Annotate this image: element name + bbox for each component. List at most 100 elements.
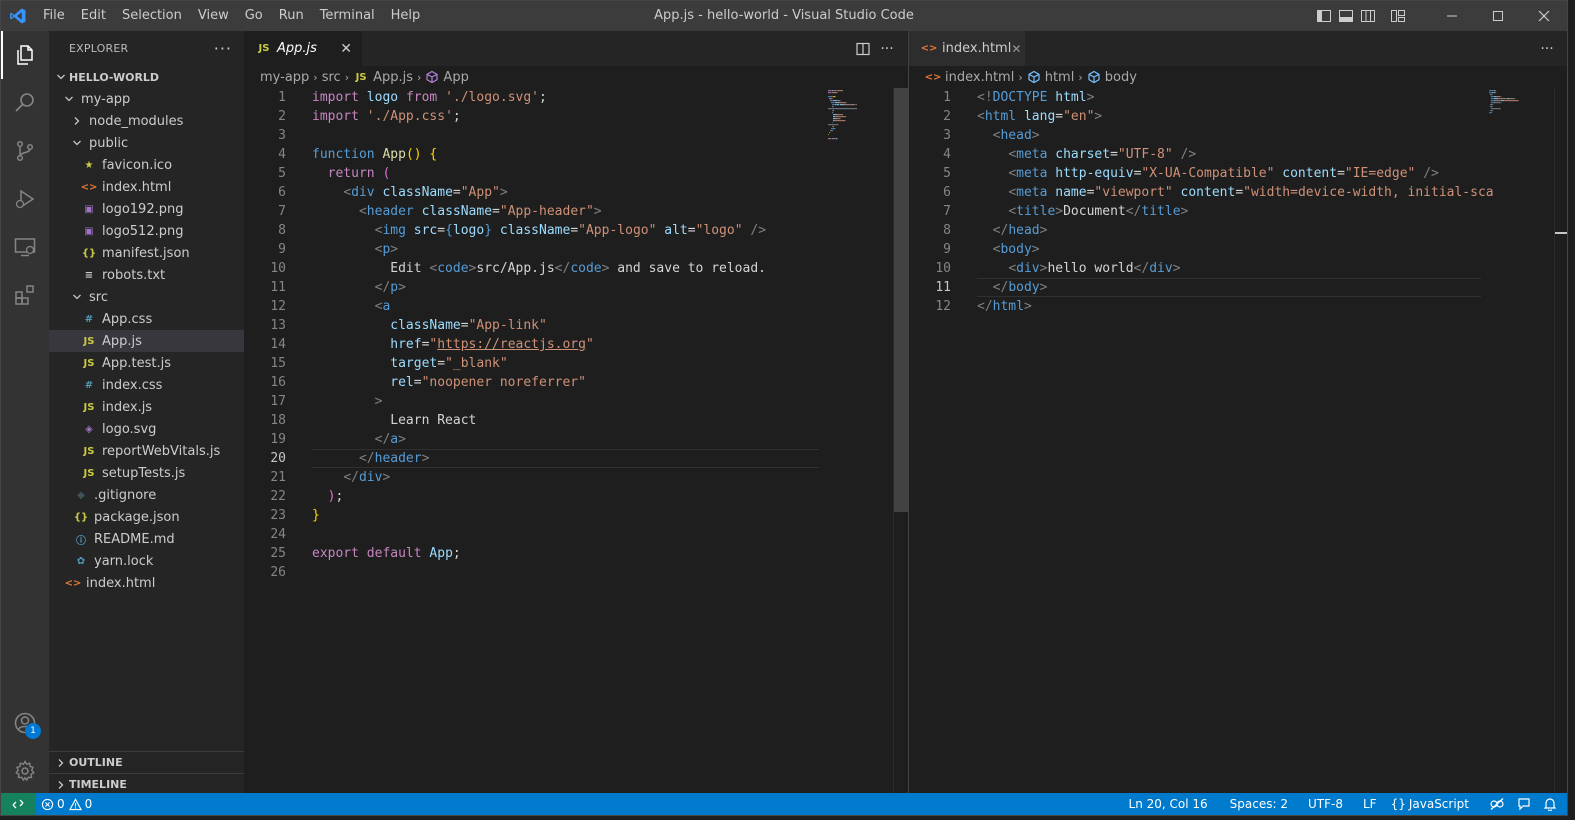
- explorer-title: EXPLORER: [69, 42, 129, 55]
- breadcrumb-item[interactable]: index.html: [945, 70, 1014, 85]
- tree-folder[interactable]: node_modules: [49, 110, 244, 132]
- breadcrumb-item[interactable]: App.js: [373, 70, 413, 85]
- tree-file[interactable]: JS App.test.js: [49, 352, 244, 374]
- toggle-secondary-sidebar-icon[interactable]: [1357, 1, 1379, 31]
- tree-file[interactable]: ✿ yarn.lock: [49, 550, 244, 572]
- toggle-panel-icon[interactable]: [1335, 1, 1357, 31]
- tree-folder[interactable]: my-app: [49, 88, 244, 110]
- breadcrumb-item[interactable]: body: [1105, 70, 1137, 85]
- tree-file[interactable]: ⓘ README.md: [49, 528, 244, 550]
- split-editor-icon[interactable]: [851, 37, 875, 61]
- chevron-right-icon: ›: [1078, 70, 1083, 84]
- tree-folder[interactable]: public: [49, 132, 244, 154]
- tree-file[interactable]: {} package.json: [49, 506, 244, 528]
- tree-file[interactable]: <> index.html: [49, 572, 244, 594]
- language-mode[interactable]: {} JavaScript: [1385, 793, 1483, 815]
- source-control-icon[interactable]: [1, 127, 49, 175]
- cursor-position[interactable]: Ln 20, Col 16: [1123, 793, 1224, 815]
- menu-go[interactable]: Go: [237, 1, 271, 31]
- more-actions-icon[interactable]: ···: [875, 37, 899, 61]
- more-actions-icon[interactable]: ···: [1535, 37, 1559, 61]
- notifications-bell-icon[interactable]: [1537, 793, 1567, 815]
- close-tab-icon[interactable]: ✕: [1011, 42, 1021, 56]
- tree-item-label: setupTests.js: [102, 465, 186, 481]
- feedback-icon[interactable]: [1511, 793, 1537, 815]
- tree-file[interactable]: ▣ logo192.png: [49, 198, 244, 220]
- breadcrumb-item[interactable]: App: [443, 70, 468, 85]
- line-number: 25: [270, 546, 286, 561]
- timeline-section[interactable]: TIMELINE: [49, 773, 244, 795]
- maximize-button[interactable]: [1475, 1, 1521, 31]
- remote-indicator-icon[interactable]: [1, 793, 35, 815]
- code-line: 25 export default App;: [244, 544, 907, 563]
- tab-index-html[interactable]: <> index.html ✕: [909, 31, 1025, 66]
- tree-file[interactable]: {} manifest.json: [49, 242, 244, 264]
- explorer-more-actions-icon[interactable]: ···: [214, 39, 232, 58]
- breadcrumb-item[interactable]: html: [1045, 70, 1075, 85]
- minimize-button[interactable]: [1429, 1, 1475, 31]
- tree-file[interactable]: # App.css: [49, 308, 244, 330]
- live-share-icon[interactable]: [1483, 793, 1511, 815]
- code-line: 20 </header>: [244, 449, 907, 468]
- tree-file[interactable]: ◆ .gitignore: [49, 484, 244, 506]
- code-line: 4 function App() {: [244, 145, 907, 164]
- code-text: Edit <code>src/App.js</code> and save to…: [312, 261, 766, 276]
- code-line: 17 >: [244, 392, 907, 411]
- line-number: 6: [278, 185, 286, 200]
- tab-label: index.html: [942, 41, 1012, 56]
- tree-file[interactable]: <> index.html: [49, 176, 244, 198]
- menu-view[interactable]: View: [190, 1, 237, 31]
- encoding[interactable]: UTF-8: [1302, 793, 1357, 815]
- js-file-icon: JS: [83, 357, 95, 369]
- code-line: 7 <header className="App-header">: [244, 202, 907, 221]
- editor-group-right: <> index.html ✕ ··· <> index.html › html…: [908, 31, 1567, 795]
- tree-file[interactable]: JS setupTests.js: [49, 462, 244, 484]
- indentation[interactable]: Spaces: 2: [1224, 793, 1302, 815]
- menu-help[interactable]: Help: [383, 1, 429, 31]
- workspace-root[interactable]: HELLO-WORLD: [49, 66, 244, 88]
- tab-app-js[interactable]: JS App.js ✕: [244, 31, 362, 66]
- menu-file[interactable]: File: [35, 1, 73, 31]
- code-editor-right[interactable]: 1 <!DOCTYPE html> 2 <html lang="en"> 3 <head…: [909, 88, 1567, 795]
- problems-indicator[interactable]: 0 0: [35, 793, 98, 815]
- remote-explorer-icon[interactable]: [1, 223, 49, 271]
- customize-layout-icon[interactable]: [1387, 1, 1409, 31]
- explorer-icon[interactable]: [1, 31, 49, 79]
- tree-file[interactable]: JS App.js: [49, 330, 244, 352]
- menu-edit[interactable]: Edit: [73, 1, 114, 31]
- tree-file[interactable]: ≡ robots.txt: [49, 264, 244, 286]
- tree-file[interactable]: ◈ logo.svg: [49, 418, 244, 440]
- close-window-button[interactable]: [1521, 1, 1567, 31]
- manage-gear-icon[interactable]: [1, 747, 49, 795]
- end-of-line[interactable]: LF: [1357, 793, 1385, 815]
- code-line: 8 </head>: [909, 221, 1567, 240]
- toggle-primary-sidebar-icon[interactable]: [1313, 1, 1335, 31]
- menu-run[interactable]: Run: [271, 1, 312, 31]
- menu-terminal[interactable]: Terminal: [312, 1, 383, 31]
- accounts-icon[interactable]: 1: [1, 699, 49, 747]
- breadcrumb-item[interactable]: src: [322, 70, 341, 85]
- code-text: </header>: [358, 451, 430, 466]
- search-icon[interactable]: [1, 79, 49, 127]
- breadcrumb-item[interactable]: my-app: [260, 70, 309, 85]
- tree-file[interactable]: ★ favicon.ico: [49, 154, 244, 176]
- warning-count: 0: [84, 797, 93, 811]
- menu-selection[interactable]: Selection: [114, 1, 190, 31]
- code-text: }: [312, 508, 320, 523]
- tree-file[interactable]: # index.css: [49, 374, 244, 396]
- run-debug-icon[interactable]: [1, 175, 49, 223]
- code-line: 5 return (: [244, 164, 907, 183]
- code-line: 16 rel="noopener noreferrer": [244, 373, 907, 392]
- outline-section[interactable]: OUTLINE: [49, 751, 244, 773]
- tree-file[interactable]: JS index.js: [49, 396, 244, 418]
- tree-file[interactable]: JS reportWebVitals.js: [49, 440, 244, 462]
- line-number: 24: [270, 527, 286, 542]
- code-editor-left[interactable]: 1 import logo from './logo.svg'; 2 import '…: [244, 88, 908, 795]
- warning-icon: [68, 797, 82, 811]
- tree-folder[interactable]: src: [49, 286, 244, 308]
- tree-file[interactable]: ▣ logo512.png: [49, 220, 244, 242]
- extensions-icon[interactable]: [1, 271, 49, 319]
- tree-item-label: logo512.png: [102, 223, 184, 239]
- close-tab-icon[interactable]: ✕: [340, 41, 352, 57]
